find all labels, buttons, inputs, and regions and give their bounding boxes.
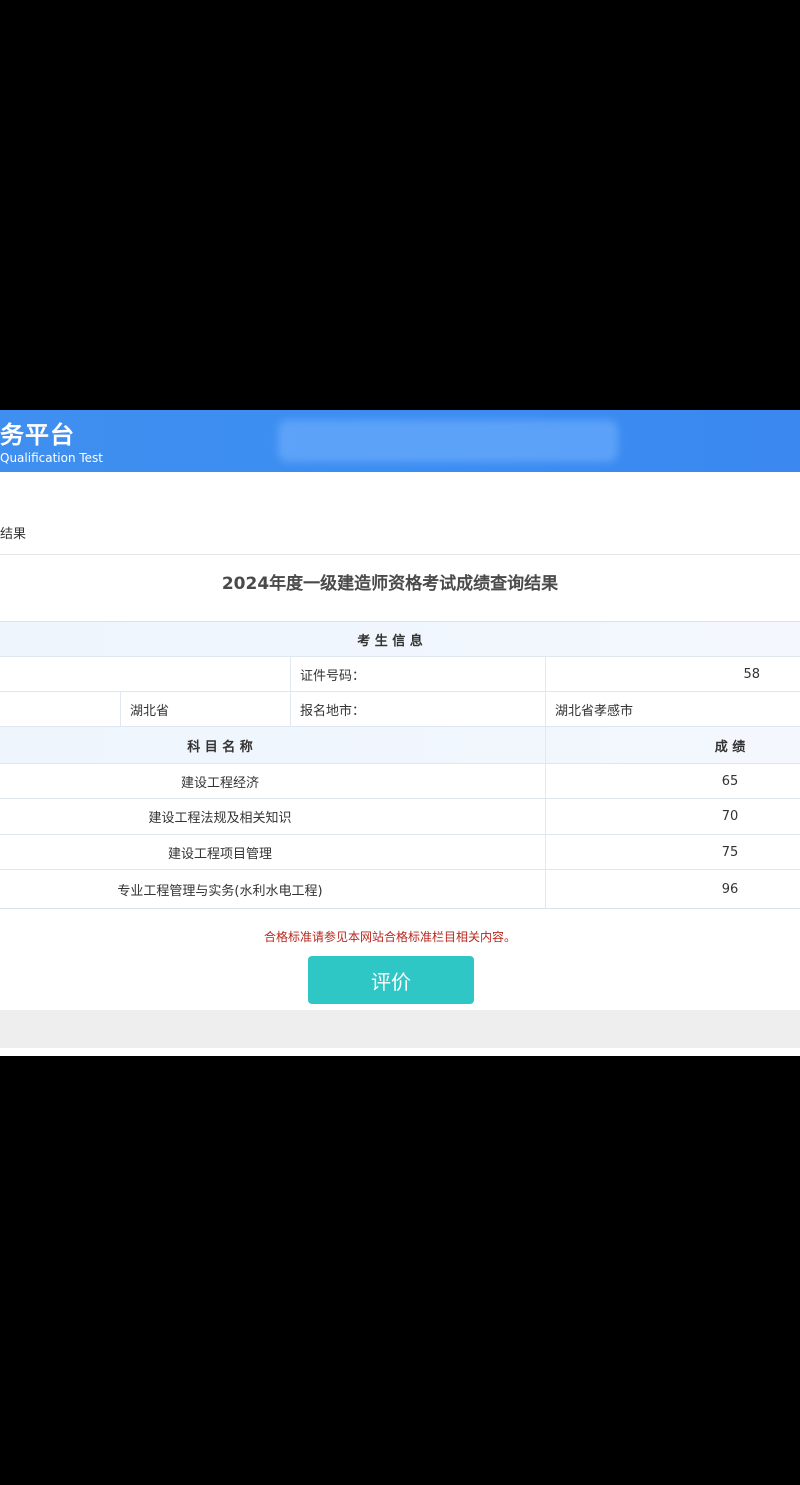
- candidate-region-row: 湖北省 报名地市： 湖北省孝感市: [0, 692, 800, 727]
- city-value: 湖北省孝感市: [555, 703, 634, 719]
- subject-score: 70: [721, 809, 739, 824]
- breadcrumb: 结果: [0, 527, 27, 542]
- subject-score: 75: [721, 844, 739, 860]
- table-row: 专业工程管理与实务(水利水电工程) 96: [0, 870, 800, 908]
- site-header: 务平台 Qualification Test: [0, 410, 800, 472]
- scores-header-row: 科 目 名 称 成 绩: [0, 727, 800, 764]
- subject-name: 建设工程经济: [180, 775, 259, 791]
- blurred-header-area: [278, 420, 618, 462]
- subject-name: 专业工程管理与实务(水利水电工程): [117, 883, 323, 899]
- id-label: 证件号码：: [300, 668, 366, 684]
- subject-score: 96: [721, 881, 739, 897]
- evaluate-button[interactable]: 评价: [308, 956, 474, 1004]
- subject-name: 建设工程法规及相关知识: [148, 811, 292, 826]
- candidate-info-header-row: 考 生 信 息: [0, 622, 800, 657]
- header-title: 务平台: [0, 421, 75, 449]
- score-query-page: 务平台 Qualification Test 结果 2024年度一级建造师资格考…: [0, 410, 800, 1056]
- result-table: 考 生 信 息 证件号码： 58 湖北省 报名地市： 湖北省孝感市 科 目 名 …: [0, 621, 800, 909]
- candidate-info-label: 考 生 信 息: [357, 633, 423, 649]
- score-column-header: 成 绩: [714, 739, 746, 755]
- footer-band: [0, 1010, 800, 1048]
- table-row: 建设工程项目管理 75: [0, 835, 800, 870]
- header-subtitle: Qualification Test: [0, 451, 104, 465]
- subject-name: 建设工程项目管理: [167, 846, 272, 862]
- subject-score: 65: [721, 773, 739, 789]
- candidate-id-row: 证件号码： 58: [0, 657, 800, 692]
- table-row: 建设工程经济 65: [0, 764, 800, 799]
- subject-column-header: 科 目 名 称: [187, 739, 253, 755]
- province-value: 湖北省: [130, 703, 170, 719]
- city-label: 报名地市：: [300, 703, 366, 719]
- table-row: 建设工程法规及相关知识 70: [0, 799, 800, 835]
- id-value: 58: [743, 666, 760, 682]
- breadcrumb-divider: [0, 554, 800, 555]
- qualification-notice: 合格标准请参见本网站合格标准栏目相关内容。: [263, 930, 516, 944]
- page-title: 2024年度一级建造师资格考试成绩查询结果: [221, 574, 559, 594]
